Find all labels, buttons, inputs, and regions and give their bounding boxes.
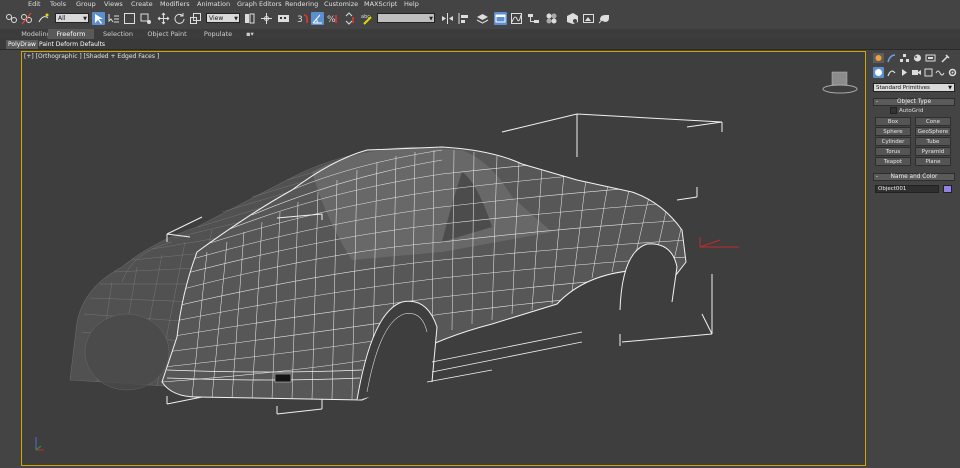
- menu-bar: Edit Tools Group Views Create Modifiers …: [0, 0, 960, 9]
- command-panel: Standard Primitives ▼ - Object Type AutoGr…: [869, 51, 960, 468]
- main-toolbar: All ▼ View ▼ 3 % abc ▼: [0, 9, 960, 30]
- systems-category-icon[interactable]: [947, 67, 958, 78]
- motion-panel-tab-icon[interactable]: [912, 53, 923, 63]
- rectangular-selection-icon[interactable]: [123, 12, 136, 25]
- menu-modifiers[interactable]: Modifiers: [160, 0, 190, 9]
- create-panel-tab-icon[interactable]: [873, 53, 884, 63]
- unlink-icon[interactable]: [20, 12, 33, 25]
- render-production-icon[interactable]: [598, 12, 611, 25]
- reference-coordinate-dropdown[interactable]: View ▼: [206, 13, 240, 23]
- cameras-category-icon[interactable]: [911, 67, 922, 78]
- select-by-name-icon[interactable]: [107, 12, 120, 25]
- torus-button[interactable]: Torus: [875, 147, 911, 156]
- schematic-view-icon[interactable]: [527, 12, 540, 25]
- menu-maxscript[interactable]: MAXScript: [364, 0, 397, 9]
- menu-rendering[interactable]: Rendering: [285, 0, 318, 9]
- render-setup-icon[interactable]: [566, 12, 579, 25]
- edit-named-selection-icon[interactable]: abc: [361, 12, 374, 25]
- tab-populate[interactable]: Populate: [196, 29, 240, 39]
- display-panel-tab-icon[interactable]: [925, 53, 936, 63]
- modify-panel-tab-icon[interactable]: [886, 53, 897, 63]
- svg-text:%: %: [327, 15, 336, 25]
- rotate-icon[interactable]: [173, 12, 186, 25]
- left-viewport-strip: [0, 51, 20, 468]
- pivot-center-icon[interactable]: [243, 12, 256, 25]
- scale-icon[interactable]: [189, 12, 202, 25]
- curve-editor-icon[interactable]: [510, 12, 523, 25]
- object-type-rollout-header[interactable]: - Object Type: [873, 98, 955, 106]
- select-manipulate-icon[interactable]: [260, 12, 273, 25]
- shapes-category-icon[interactable]: [886, 67, 897, 78]
- svg-text:3: 3: [297, 15, 303, 25]
- material-editor-icon[interactable]: [545, 12, 558, 25]
- spinner-snap-toggle-icon[interactable]: [343, 12, 356, 25]
- plane-button[interactable]: Plane: [915, 157, 951, 166]
- viewcube-icon[interactable]: [822, 71, 858, 94]
- link-icon[interactable]: [5, 12, 18, 25]
- angle-snap-toggle-icon[interactable]: [311, 12, 324, 25]
- pivot-gizmo: [699, 237, 739, 248]
- subtab-paint-deform[interactable]: Paint Deform: [37, 40, 80, 49]
- viewport-label[interactable]: [+] [Orthographic ] [Shaded + Edged Face…: [24, 53, 159, 60]
- bind-space-warp-icon[interactable]: [37, 12, 50, 25]
- percent-snap-toggle-icon[interactable]: %: [327, 12, 340, 25]
- menu-group[interactable]: Group: [76, 0, 96, 9]
- ribbon-tab-bar: Modeling Freeform Selection Object Paint…: [0, 29, 960, 39]
- layer-explorer-icon[interactable]: [476, 12, 489, 25]
- geosphere-button[interactable]: GeoSphere: [915, 127, 951, 136]
- cone-button[interactable]: Cone: [915, 117, 951, 126]
- select-object-icon[interactable]: [92, 12, 105, 25]
- subtab-polydraw[interactable]: PolyDraw: [6, 40, 38, 49]
- menu-views[interactable]: Views: [104, 0, 123, 9]
- named-selection-sets-dropdown[interactable]: ▼: [377, 13, 435, 23]
- menu-customize[interactable]: Customize: [324, 0, 358, 9]
- window-crossing-icon[interactable]: [139, 12, 152, 25]
- menu-create[interactable]: Create: [131, 0, 153, 9]
- lights-category-icon[interactable]: [899, 67, 910, 78]
- cylinder-button[interactable]: Cylinder: [875, 137, 911, 146]
- hierarchy-panel-tab-icon[interactable]: [899, 53, 910, 63]
- utilities-panel-tab-icon[interactable]: [940, 53, 951, 63]
- world-axis-tripod-icon: [35, 437, 44, 451]
- menu-graph-editors[interactable]: Graph Editors: [237, 0, 282, 9]
- license-plate-recess: [274, 373, 292, 383]
- tab-freeform[interactable]: Freeform: [48, 29, 94, 39]
- menu-tools[interactable]: Tools: [50, 0, 66, 9]
- orthographic-viewport[interactable]: [+] [Orthographic ] [Shaded + Edged Face…: [21, 51, 866, 466]
- car-wireframe-model: [35, 71, 858, 451]
- menu-help[interactable]: Help: [404, 0, 419, 9]
- object-category-dropdown[interactable]: Standard Primitives ▼: [873, 83, 955, 92]
- selection-filter-dropdown[interactable]: All ▼: [55, 13, 89, 23]
- toggle-ribbon-icon[interactable]: [494, 12, 507, 25]
- box-button[interactable]: Box: [875, 117, 911, 126]
- align-icon[interactable]: [457, 12, 470, 25]
- checkbox-icon: [890, 107, 897, 114]
- name-and-color-rollout-header[interactable]: - Name and Color: [873, 173, 955, 181]
- subtab-defaults[interactable]: Defaults: [78, 40, 107, 49]
- tab-selection[interactable]: Selection: [96, 29, 140, 39]
- helpers-category-icon[interactable]: [923, 67, 934, 78]
- space-warps-category-icon[interactable]: [935, 67, 946, 78]
- sphere-button[interactable]: Sphere: [875, 127, 911, 136]
- snaps-toggle-icon[interactable]: 3: [296, 12, 309, 25]
- rendered-frame-window-icon[interactable]: [582, 12, 595, 25]
- keyboard-shortcut-toggle-icon[interactable]: [277, 12, 290, 25]
- ribbon-subtab-bar: PolyDraw Paint Deform Defaults: [0, 39, 960, 50]
- tab-object-paint[interactable]: Object Paint: [144, 29, 190, 39]
- teapot-button[interactable]: Teapot: [875, 157, 911, 166]
- object-color-swatch[interactable]: [943, 185, 952, 193]
- pyramid-button[interactable]: Pyramid: [915, 147, 951, 156]
- menu-animation[interactable]: Animation: [197, 0, 230, 9]
- object-name-field[interactable]: Object001: [875, 185, 939, 193]
- tube-button[interactable]: Tube: [915, 137, 951, 146]
- autogrid-checkbox[interactable]: AutoGrid: [890, 107, 923, 114]
- menu-edit[interactable]: Edit: [28, 0, 41, 9]
- move-icon[interactable]: [157, 12, 170, 25]
- ribbon-options-icon[interactable]: ▪▾: [242, 29, 258, 39]
- mirror-icon[interactable]: [441, 12, 454, 25]
- geometry-category-icon[interactable]: [873, 67, 884, 78]
